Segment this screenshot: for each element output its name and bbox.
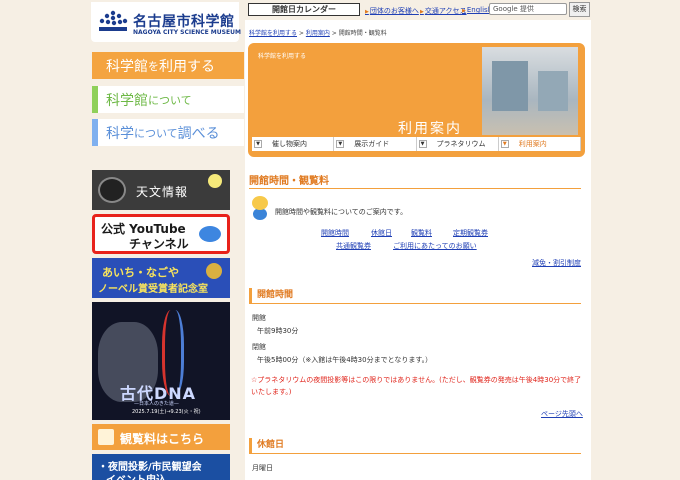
banner-dna-sub: —日本人のきた道— bbox=[134, 401, 179, 407]
search-input[interactable]: Google 提供 bbox=[489, 3, 567, 15]
tab-guide[interactable]: ▼ 利用案内 bbox=[498, 137, 581, 151]
hero-tabs: ▼ 催し物案内 ▼ 展示ガイド ▼ プラネタリウム ▼ 利用案内 bbox=[252, 137, 581, 151]
banner-youtube-label: チャンネル bbox=[129, 237, 189, 251]
banner-event[interactable]: ・夜間投影/市民観望会 イベント申込 bbox=[92, 454, 230, 480]
nav-label: 調べる bbox=[177, 125, 220, 142]
hall-photo bbox=[482, 47, 578, 135]
hero-label: 科学館を利用する bbox=[258, 53, 307, 60]
nav-label: 利用する bbox=[159, 58, 215, 75]
moon-icon bbox=[208, 174, 222, 188]
chevron-down-icon: ▼ bbox=[500, 140, 509, 148]
tab-label: 利用案内 bbox=[518, 140, 547, 148]
hero-title: 利用案内 bbox=[398, 121, 462, 137]
ticket-icon bbox=[98, 429, 114, 445]
banner-ancient-dna[interactable]: 古代DNA —日本人のきた道— 2025.7.19(土)→9.23(火・祝) bbox=[92, 302, 230, 420]
banner-youtube[interactable]: 公式 YouTube チャンネル bbox=[92, 214, 230, 254]
link-closed-days[interactable]: 休館日 bbox=[371, 228, 392, 238]
tab-exhibits[interactable]: ▼ 展示ガイド bbox=[334, 137, 417, 151]
nav-label: 科学 bbox=[106, 125, 134, 142]
link-requests[interactable]: ご利用にあたってのお願い bbox=[393, 241, 477, 251]
top-bar: 開館日カレンダー 団体のお客様へ 交通アクセス English Google 提… bbox=[248, 2, 590, 18]
hero-banner: 科学館を利用する 利用案内 ▼ 催し物案内 ▼ 展示ガイド ▼ プラネタリウム ▼ 利用… bbox=[248, 43, 585, 157]
left-column: 名古屋市科学館 NAGOYA CITY SCIENCE MUSEUM 科学館を利… bbox=[88, 0, 244, 480]
section-hours-heading: 開館時間 bbox=[249, 288, 581, 304]
link-common-ticket[interactable]: 共通観覧券 bbox=[336, 241, 371, 251]
tab-events[interactable]: ▼ 催し物案内 bbox=[252, 137, 335, 151]
group-visitors-link[interactable]: 団体のお客様へ bbox=[365, 6, 419, 16]
tab-planetarium[interactable]: ▼ プラネタリウム bbox=[417, 137, 499, 151]
breadcrumb-link[interactable]: 利用案内 bbox=[306, 30, 330, 37]
calendar-button[interactable]: 開館日カレンダー bbox=[248, 3, 360, 16]
chevron-down-icon: ▼ bbox=[336, 140, 345, 148]
banner-nobel-label: あいち・なごや bbox=[102, 266, 179, 279]
open-time: 午前9時30分 bbox=[257, 327, 299, 335]
link-fees[interactable]: 観覧料 bbox=[411, 228, 432, 238]
logo-dots-icon bbox=[99, 10, 128, 31]
close-time: 午後5時00分（※入館は午後4時30分までとなります。） bbox=[257, 356, 433, 364]
holiday-text: 月曜日 bbox=[252, 464, 273, 472]
rocket-icon bbox=[199, 226, 221, 242]
record-icon bbox=[98, 177, 126, 203]
tab-label: プラネタリウム bbox=[436, 140, 486, 148]
intro-text: 開館時間や観覧料についてのご案内です。 bbox=[275, 208, 408, 216]
divider bbox=[249, 188, 581, 189]
nav-label: 科学館 bbox=[106, 92, 148, 109]
banner-fee[interactable]: 観覧料はこちら bbox=[92, 424, 230, 450]
main-content: 科学館を利用する > 利用案内 > 開館時間・観覧料 科学館を利用する 利用案内… bbox=[245, 20, 591, 480]
museum-logo[interactable]: 名古屋市科学館 NAGOYA CITY SCIENCE MUSEUM bbox=[91, 2, 241, 42]
banner-astronomy-label: 天文情報 bbox=[136, 185, 189, 199]
link-discount[interactable]: 減免・割引制度 bbox=[532, 258, 581, 268]
search-button[interactable]: 検索 bbox=[569, 2, 590, 17]
breadcrumb: 科学館を利用する > 利用案内 > 開館時間・観覧料 bbox=[249, 28, 387, 37]
nav-research-science[interactable]: 科学 について 調べる bbox=[92, 119, 244, 146]
nav-use-museum[interactable]: 科学館を利用する bbox=[92, 52, 244, 79]
open-label: 開館 bbox=[252, 314, 266, 322]
page-title: 開館時間・観覧料 bbox=[249, 176, 329, 187]
nav-about-museum[interactable]: 科学館 について bbox=[92, 86, 244, 113]
nav-label: 科学館 bbox=[106, 58, 148, 75]
banner-nobel[interactable]: あいち・なごや ノーベル賞受賞者記念室 bbox=[92, 258, 230, 298]
nav-label: について bbox=[134, 126, 178, 140]
tab-label: 催し物案内 bbox=[272, 140, 307, 148]
close-label: 閉館 bbox=[252, 343, 266, 351]
nav-label: について bbox=[148, 93, 192, 107]
tab-label: 展示ガイド bbox=[354, 140, 390, 148]
access-link[interactable]: 交通アクセス bbox=[420, 6, 467, 16]
link-hours[interactable]: 開館時間 bbox=[321, 228, 349, 238]
section-closed-heading: 休館日 bbox=[249, 438, 581, 454]
nav-label: を bbox=[148, 59, 159, 73]
chevron-down-icon: ▼ bbox=[254, 140, 262, 148]
english-link[interactable]: English bbox=[462, 6, 492, 14]
breadcrumb-link[interactable]: 科学館を利用する bbox=[249, 30, 297, 37]
banner-fee-label: 観覧料はこちら bbox=[120, 432, 205, 446]
medal-icon bbox=[206, 263, 222, 279]
banner-event-label: イベント申込 bbox=[106, 471, 166, 480]
back-to-top-link[interactable]: ページ先頭へ bbox=[541, 409, 583, 419]
banner-dna-date: 2025.7.19(土)→9.23(火・祝) bbox=[132, 409, 201, 415]
banner-astronomy[interactable]: 天文情報 bbox=[92, 170, 230, 210]
link-season-pass[interactable]: 定期観覧券 bbox=[453, 228, 488, 238]
planetarium-note: ☆プラネタリウムの夜間投影等はこの限りではありません。(ただし、観覧券の発売は午… bbox=[251, 376, 582, 396]
banner-nobel-label: ノーベル賞受賞者記念室 bbox=[98, 284, 208, 295]
logo-en: NAGOYA CITY SCIENCE MUSEUM bbox=[133, 29, 241, 36]
mascot-icon bbox=[249, 196, 271, 220]
breadcrumb-current: 開館時間・観覧料 bbox=[338, 30, 387, 37]
chevron-down-icon: ▼ bbox=[418, 140, 427, 148]
logo-ja: 名古屋市科学館 bbox=[133, 14, 235, 30]
breadcrumb-sep: > bbox=[329, 30, 339, 37]
breadcrumb-sep: > bbox=[297, 30, 306, 37]
